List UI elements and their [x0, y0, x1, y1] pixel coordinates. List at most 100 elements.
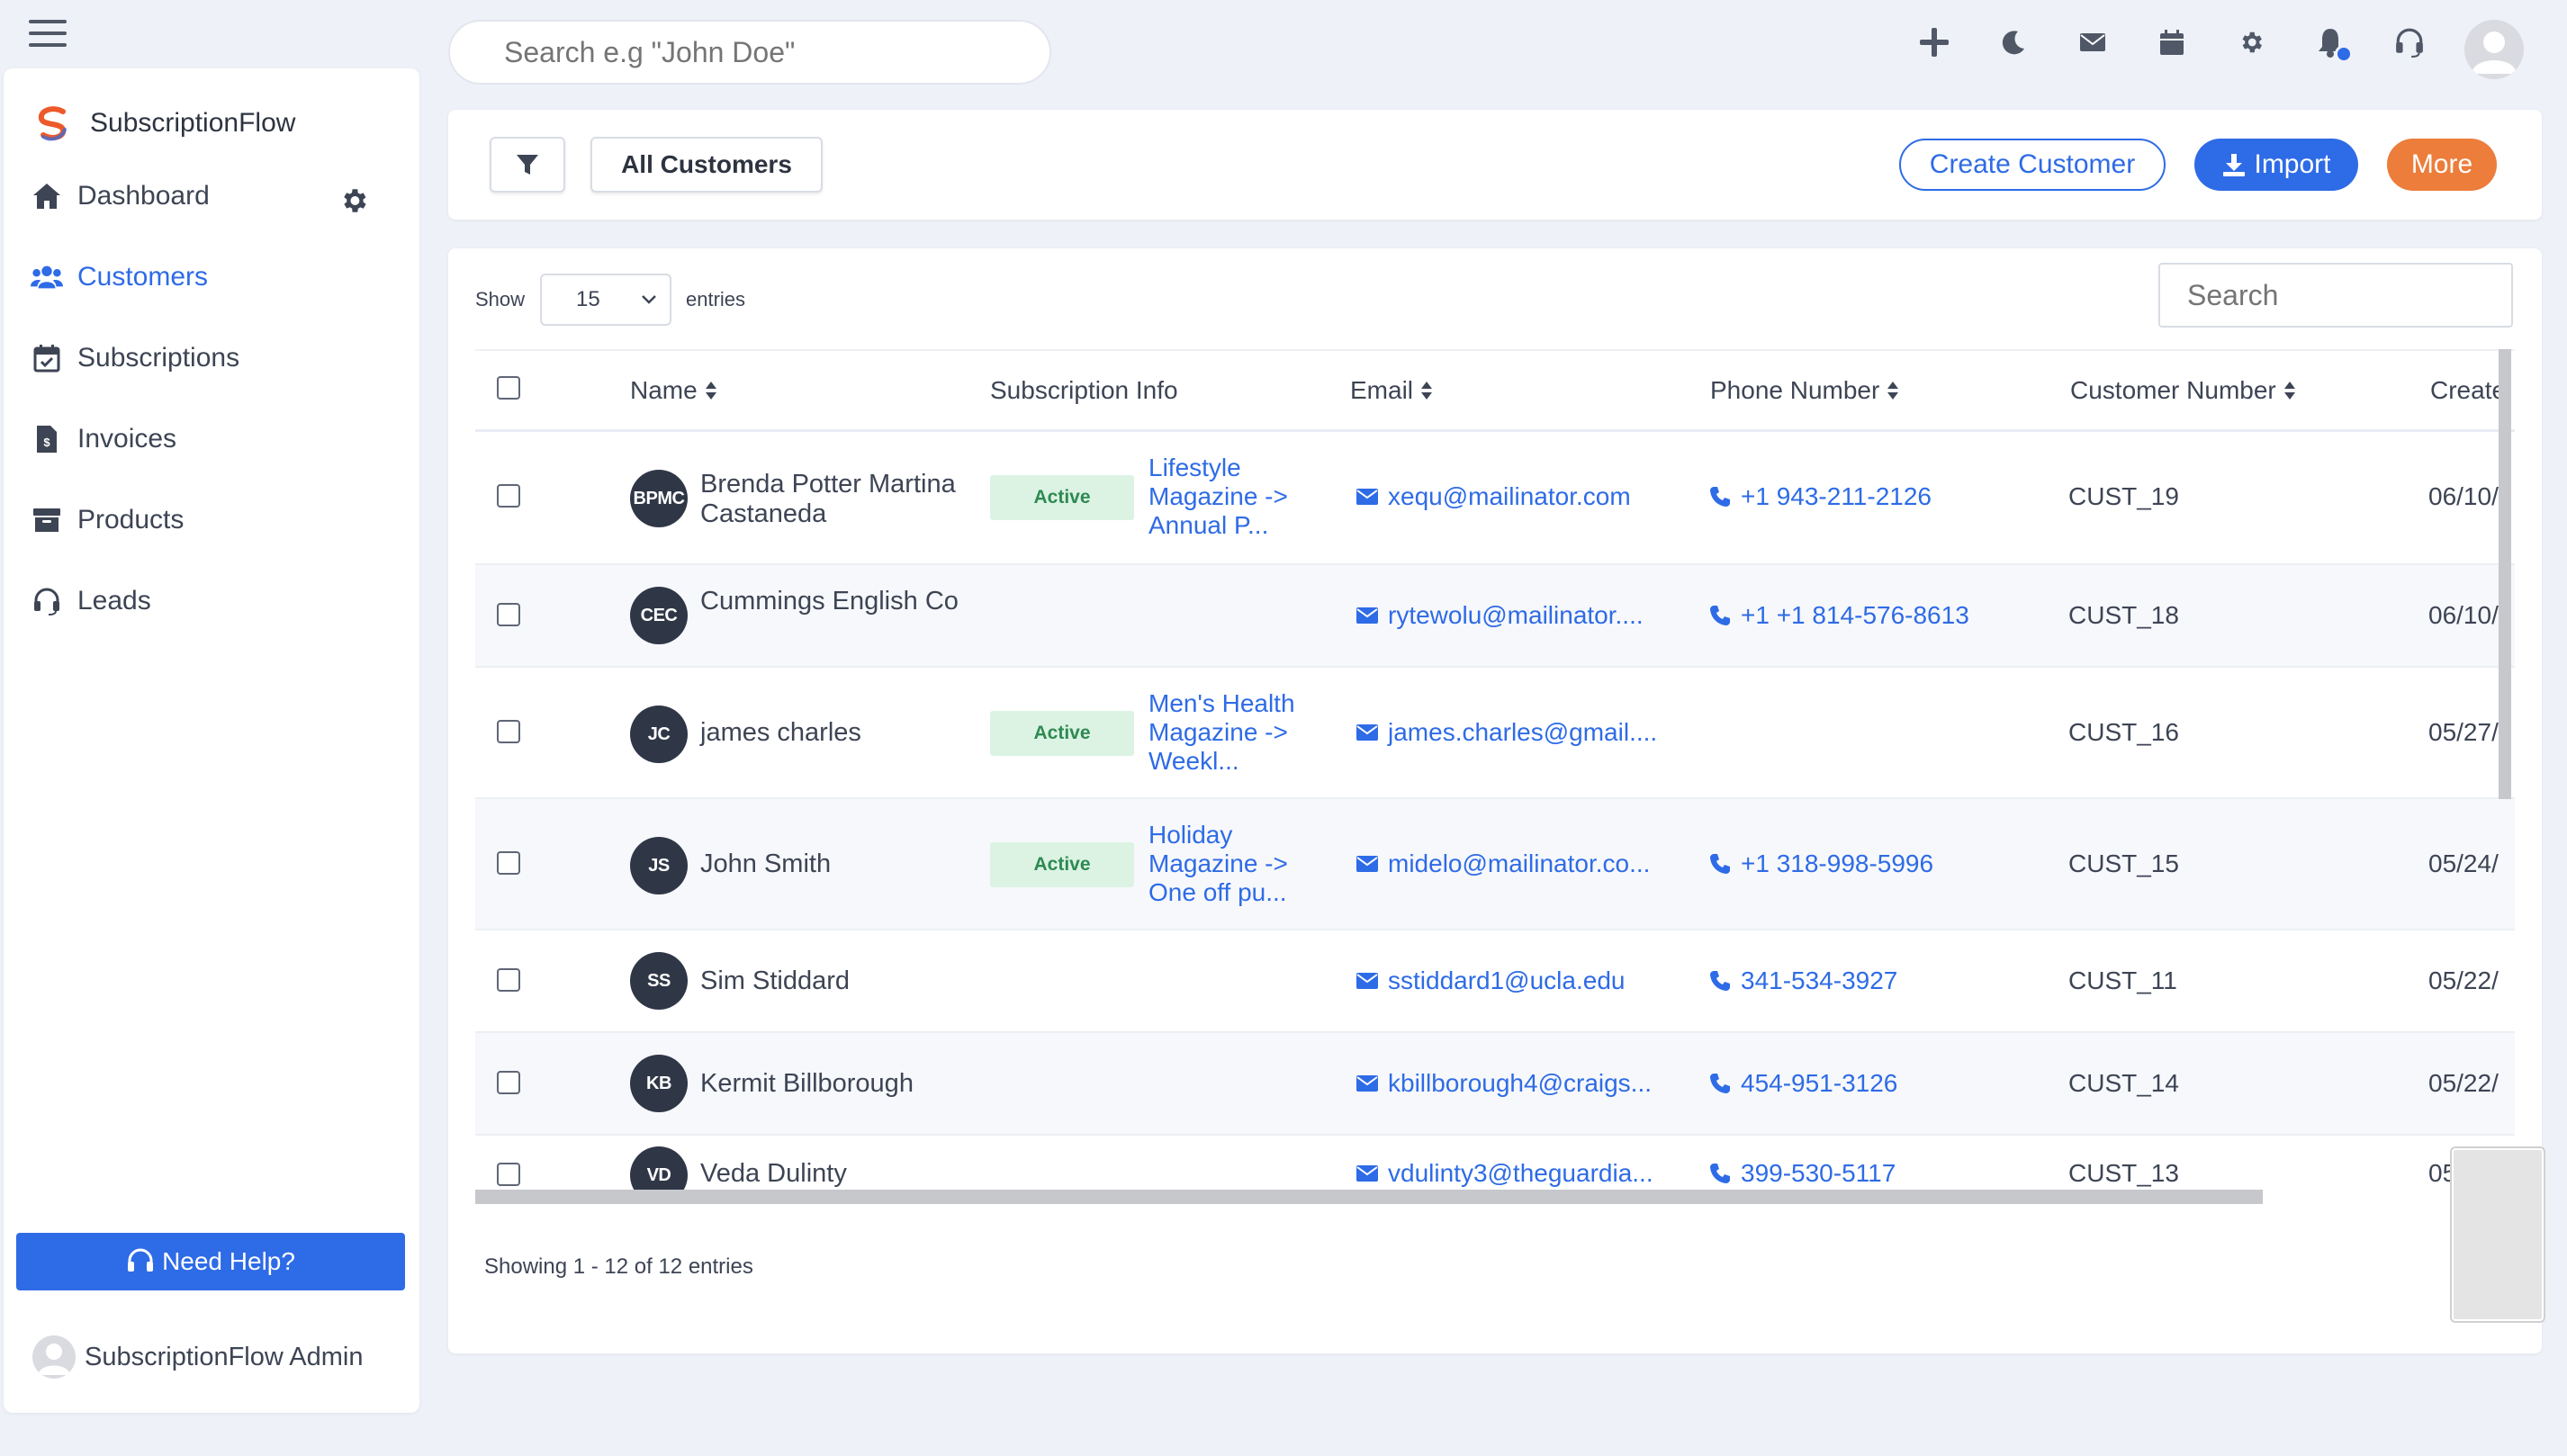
table-row[interactable]: BPMC Brenda Potter Martina Castaneda Act… [475, 432, 2515, 565]
sidebar-item-leads[interactable]: Leads [31, 585, 151, 617]
email-text: james.charles@gmail.... [1388, 718, 1658, 746]
customer-name[interactable]: Sim Stiddard [700, 966, 970, 996]
subscription-plan-link[interactable]: Holiday Magazine -> One off pu... [1148, 821, 1329, 907]
customer-number: CUST_19 [2068, 482, 2179, 510]
phone-link[interactable]: +1 +1 814-576-8613 [1708, 601, 1969, 630]
row-checkbox[interactable] [497, 1163, 520, 1186]
page-size-value: 15 [576, 287, 600, 311]
more-button[interactable]: More [2387, 139, 2497, 191]
email-text: midelo@mailinator.co... [1388, 849, 1651, 877]
email-link[interactable]: xequ@mailinator.com [1356, 482, 1631, 511]
create-customer-button[interactable]: Create Customer [1899, 139, 2166, 191]
admin-profile[interactable]: SubscriptionFlow Admin [32, 1335, 363, 1379]
customer-number: CUST_15 [2068, 849, 2179, 877]
email-link[interactable]: midelo@mailinator.co... [1356, 849, 1650, 878]
customer-name[interactable]: james charles [700, 718, 970, 748]
mail-icon [1356, 1075, 1378, 1092]
need-help-button[interactable]: Need Help? [16, 1233, 405, 1290]
moon-icon[interactable] [1996, 25, 2031, 59]
row-checkbox[interactable] [497, 851, 520, 875]
sidebar-item-dashboard[interactable]: Dashboard [31, 180, 210, 212]
vertical-scrollbar[interactable] [2499, 349, 2511, 799]
customer-avatar: JC [630, 706, 688, 763]
table-row[interactable]: SS Sim Stiddard sstiddard1@ucla.edu 341-… [475, 930, 2515, 1033]
dashboard-settings-gear-icon[interactable] [338, 185, 369, 216]
phone-link[interactable]: 399-530-5117 [1708, 1159, 1896, 1188]
page-size-select[interactable]: 15 [540, 274, 671, 326]
customer-avatar: BPMC [630, 470, 688, 527]
header-name-label: Name [630, 376, 698, 404]
phone-link[interactable]: +1 943-211-2126 [1708, 482, 1932, 511]
phone-text: +1 +1 814-576-8613 [1741, 601, 1969, 629]
customer-avatar: SS [630, 952, 688, 1010]
table-search-input[interactable] [2158, 263, 2513, 328]
customer-name[interactable]: John Smith [700, 849, 970, 879]
phone-icon [1710, 854, 1730, 874]
customer-name[interactable]: Brenda Potter Martina Castaneda [700, 470, 970, 529]
sidebar-item-subscriptions[interactable]: Subscriptions [31, 342, 239, 374]
topbar-icons [1917, 25, 2427, 63]
header-created[interactable]: Create [2430, 376, 2506, 405]
phone-link[interactable]: 454-951-3126 [1708, 1069, 1897, 1098]
support-headset-icon[interactable] [2392, 25, 2427, 59]
customer-avatar: VD [630, 1146, 688, 1195]
subscription-plan-link[interactable]: Men's Health Magazine -> Weekl... [1148, 689, 1329, 776]
created-date: 06/10/ [2428, 482, 2499, 510]
phone-link[interactable]: +1 318-998-5996 [1708, 849, 1933, 878]
horizontal-scrollbar[interactable] [475, 1190, 2263, 1204]
customer-name[interactable]: Cummings English Co [700, 587, 970, 616]
sidebar-item-products[interactable]: Products [31, 504, 184, 536]
row-checkbox[interactable] [497, 968, 520, 992]
customer-name[interactable]: Kermit Billborough [700, 1069, 970, 1099]
customer-name[interactable]: Veda Dulinty [700, 1159, 970, 1189]
header-email[interactable]: Email [1350, 376, 1433, 405]
row-checkbox[interactable] [497, 720, 520, 743]
filter-button[interactable] [490, 137, 565, 193]
avatar [32, 1335, 76, 1379]
brand[interactable]: SubscriptionFlow [32, 103, 295, 144]
customer-avatar: KB [630, 1055, 688, 1112]
phone-icon [1710, 1074, 1730, 1093]
header-phone[interactable]: Phone Number [1710, 376, 1899, 405]
table-row[interactable]: CEC Cummings English Co rytewolu@mailina… [475, 565, 2515, 668]
header-customer-number[interactable]: Customer Number [2070, 376, 2296, 405]
menu-toggle-icon[interactable] [29, 20, 67, 47]
table-row[interactable]: JC james charles Active Men's Health Mag… [475, 668, 2515, 799]
bell-icon[interactable] [2313, 25, 2353, 63]
customers-toolbar: All Customers Create Customer Import Mor… [448, 110, 2542, 220]
header-name[interactable]: Name [630, 376, 717, 405]
import-button[interactable]: Import [2194, 139, 2358, 191]
sidebar-item-label: Customers [77, 262, 209, 292]
header-customer-number-label: Customer Number [2070, 376, 2276, 404]
row-checkbox[interactable] [497, 1071, 520, 1094]
select-all-checkbox[interactable] [497, 376, 520, 400]
table-row[interactable]: KB Kermit Billborough kbillborough4@crai… [475, 1033, 2515, 1136]
row-checkbox[interactable] [497, 603, 520, 626]
table-row[interactable]: VD Veda Dulinty vdulinty3@theguardia... … [475, 1136, 2515, 1195]
email-link[interactable]: vdulinty3@theguardia... [1356, 1159, 1653, 1188]
calendar-icon[interactable] [2155, 25, 2189, 59]
plus-icon[interactable] [1917, 25, 1951, 59]
mail-icon [1356, 856, 1378, 872]
gear-icon[interactable] [2234, 25, 2268, 59]
sidebar-item-customers[interactable]: Customers [31, 261, 208, 293]
mail-icon [1356, 489, 1378, 505]
user-avatar[interactable] [2464, 20, 2524, 79]
sidebar-item-invoices[interactable]: $ Invoices [31, 423, 176, 455]
email-link[interactable]: kbillborough4@craigs... [1356, 1069, 1652, 1098]
global-search-input[interactable] [448, 20, 1051, 85]
header-subscription-info: Subscription Info [990, 376, 1178, 405]
table-header: Name Subscription Info Email Phone Numbe… [475, 349, 2515, 432]
table-row[interactable]: JS John Smith Active Holiday Magazine ->… [475, 799, 2515, 930]
subscription-plan-link[interactable]: Lifestyle Magazine -> Annual P... [1148, 454, 1329, 540]
email-link[interactable]: rytewolu@mailinator.... [1356, 601, 1644, 630]
phone-link[interactable]: 341-534-3927 [1708, 966, 1897, 995]
email-link[interactable]: sstiddard1@ucla.edu [1356, 966, 1625, 995]
floating-widget-panel[interactable] [2452, 1148, 2544, 1321]
view-selector-button[interactable]: All Customers [590, 137, 823, 193]
mail-icon[interactable] [2076, 25, 2110, 59]
sidebar-item-label: Leads [77, 586, 151, 616]
email-link[interactable]: james.charles@gmail.... [1356, 718, 1657, 747]
mail-icon [1356, 1165, 1378, 1182]
row-checkbox[interactable] [497, 484, 520, 508]
